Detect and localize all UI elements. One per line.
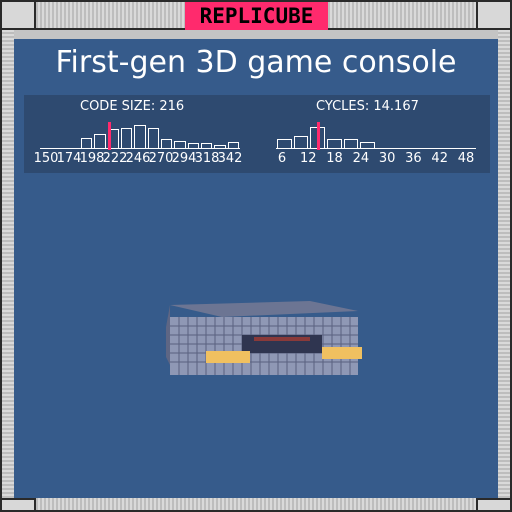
code-size-axis: 150 174 198 222 246 270 294 318 342 [34, 151, 243, 167]
stats-panel: CODE SIZE: 216 150 174 198 222 246 270 294 318 3… [24, 95, 490, 173]
cycles-hist-bar [427, 147, 442, 149]
cycles-hist-bar [327, 139, 342, 149]
code-size-tick-label: 222 [102, 151, 128, 166]
code-size-hist-bar [147, 128, 159, 149]
frame-corner [476, 0, 512, 30]
code-size-hist-bar [67, 147, 79, 149]
frame-left-bar [0, 30, 14, 498]
cycles-axis: 6 12 18 24 30 36 42 48 [276, 151, 476, 167]
cycles-tick-label: 12 [300, 151, 317, 166]
console-top [170, 301, 358, 317]
frame-corner [0, 0, 36, 30]
cycles-tick-label: 18 [326, 151, 343, 166]
frame-bottom-bar [36, 498, 476, 512]
code-size-hist-bar [54, 147, 66, 149]
code-size-tick-label: 294 [171, 151, 197, 166]
code-size-hist-bar [81, 137, 93, 149]
app-title: REPLICUBE [185, 2, 328, 30]
cycles-tick-label: 36 [405, 151, 422, 166]
code-size-histogram [40, 119, 240, 150]
cycles-tick-label: 48 [457, 151, 475, 166]
left-accent-stripe [206, 351, 250, 363]
code-size-hist-bar [161, 139, 173, 149]
cycles-hist-bar [293, 136, 309, 149]
frame-right-bar [498, 30, 512, 498]
code-size-hist-bar [201, 143, 213, 149]
code-size-hist-bar [94, 133, 106, 149]
code-size-tick-label: 198 [79, 151, 105, 166]
code-size-hist-bar [227, 142, 239, 149]
cycles-hist-bar [277, 139, 292, 149]
code-size-label: CODE SIZE: 216 [80, 99, 185, 114]
code-size-hist-bar [41, 147, 53, 149]
cycles-tick-label: 42 [431, 151, 448, 166]
code-size-hist-bar [121, 128, 133, 149]
code-size-value-marker [108, 122, 112, 150]
code-size-tick-label: 318 [194, 151, 220, 166]
cartridge-slot-inner [254, 337, 310, 341]
code-size-tick-label: 150 [33, 151, 59, 166]
cycles-label: CYCLES: 14.167 [316, 99, 419, 114]
puzzle-title: First-gen 3D game console [55, 45, 457, 80]
cycles-tick-label: 6 [277, 151, 287, 166]
cycles-hist-bar [460, 147, 475, 149]
cycles-hist-bar [443, 147, 459, 149]
code-size-hist-bar [174, 140, 186, 149]
code-size-hist-bar [187, 143, 199, 149]
game-viewport[interactable]: First-gen 3D game console CODE SIZE: 216… [14, 39, 498, 498]
code-size-tick-label: 342 [217, 151, 243, 166]
code-size-tick-label: 270 [148, 151, 174, 166]
right-accent-stripe [322, 347, 362, 359]
code-size-hist-bar [214, 144, 226, 149]
cycles-tick-label: 24 [352, 151, 370, 166]
cycles-histogram [276, 119, 476, 150]
cycles-hist-bar [377, 147, 392, 149]
cycles-hist-bar [393, 147, 409, 149]
code-size-tick-label: 246 [125, 151, 151, 166]
frame-corner [0, 498, 36, 512]
console-left-side [166, 305, 170, 365]
cycles-value-marker [316, 122, 320, 150]
code-size-tick-label: 174 [56, 151, 82, 166]
cycles-hist-bar [410, 147, 425, 149]
frame-corner [476, 498, 512, 512]
cycles-hist-bar [360, 142, 375, 149]
cycles-hist-bar [343, 139, 359, 149]
cycles-tick-label: 30 [378, 151, 396, 166]
game-console-model[interactable] [162, 297, 362, 377]
code-size-hist-bar [134, 125, 146, 149]
